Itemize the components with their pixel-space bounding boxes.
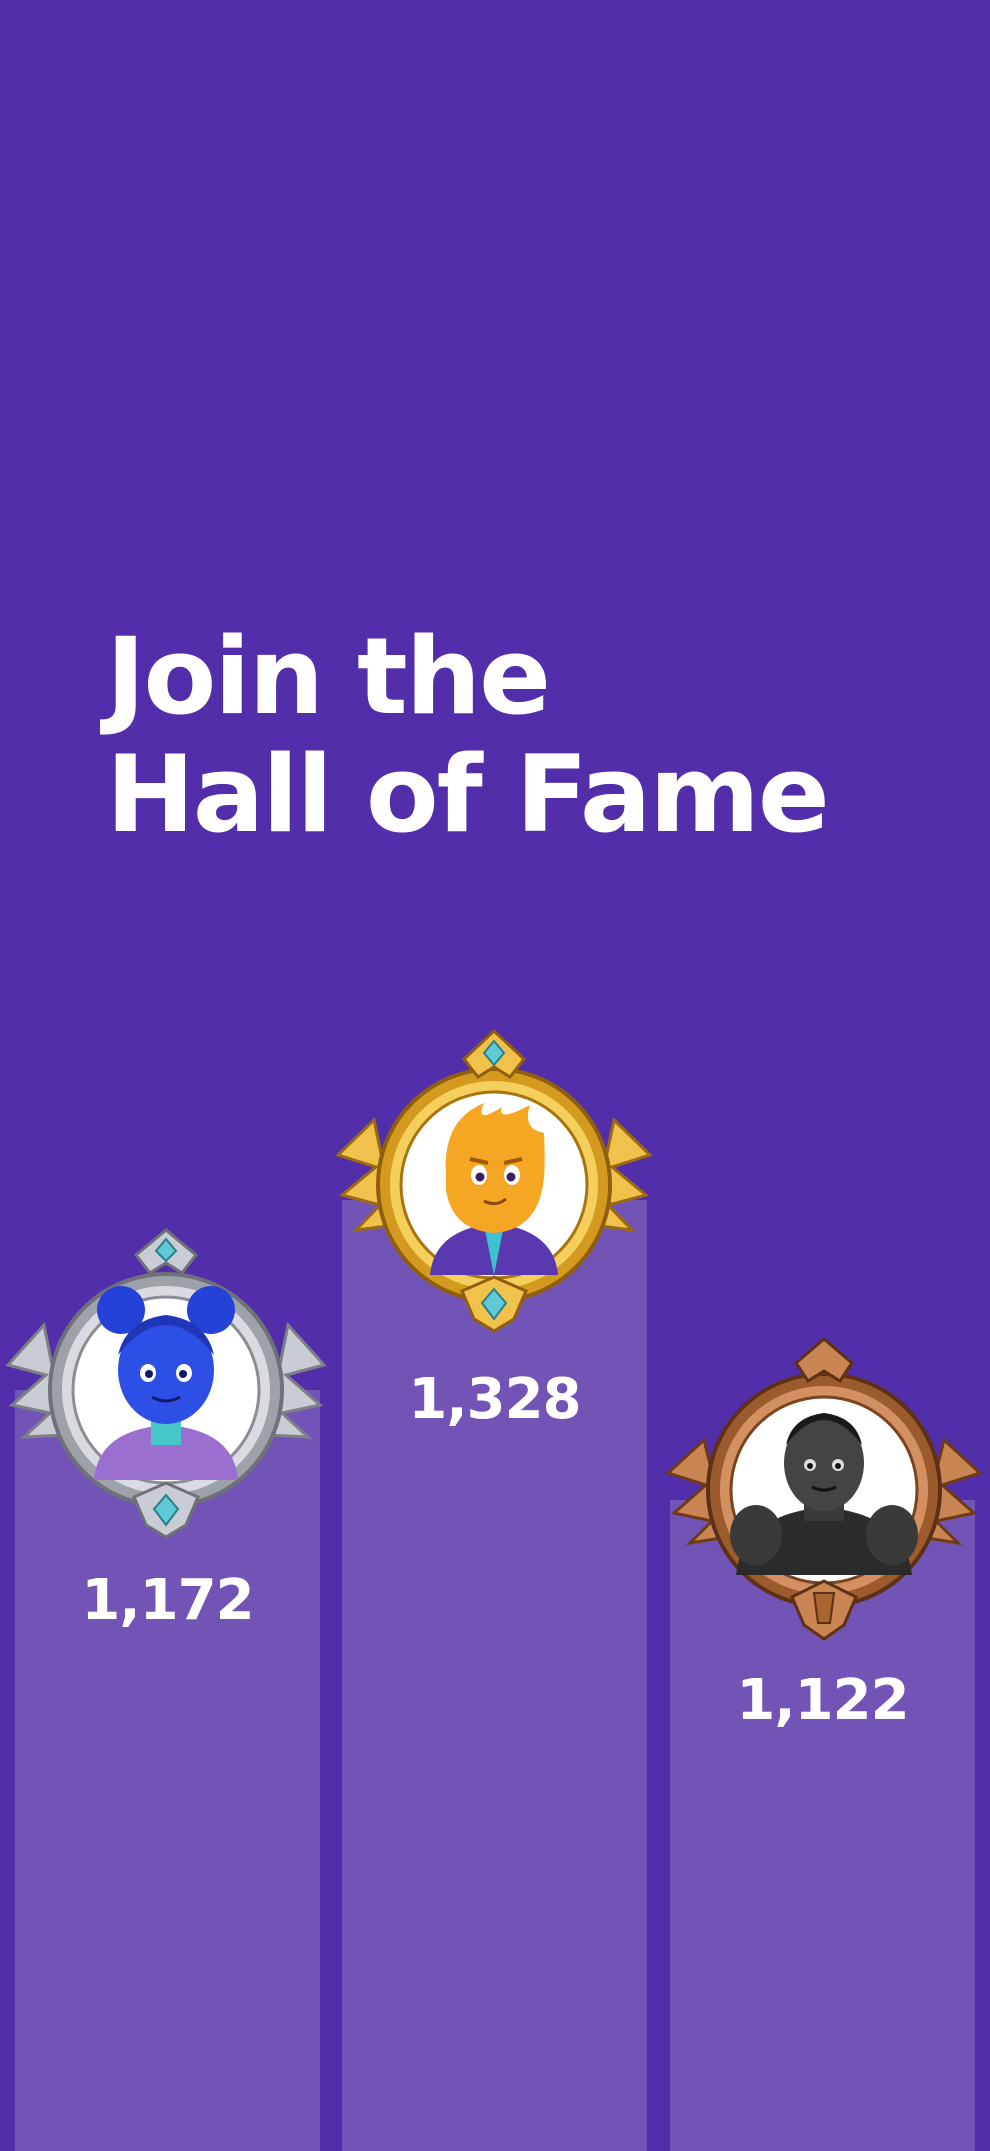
title-line-2: Hall of Fame [106,733,830,856]
silver-badge[interactable] [5,1225,327,1550]
page-title: Join the Hall of Fame [106,615,830,856]
title-line-1: Join the [106,615,551,738]
gold-badge[interactable] [334,1025,654,1345]
score-second-place: 1,172 [81,1568,254,1633]
score-third-place: 1,122 [736,1668,909,1733]
score-first-place: 1,328 [408,1367,581,1432]
bronze-badge[interactable] [664,1325,984,1645]
